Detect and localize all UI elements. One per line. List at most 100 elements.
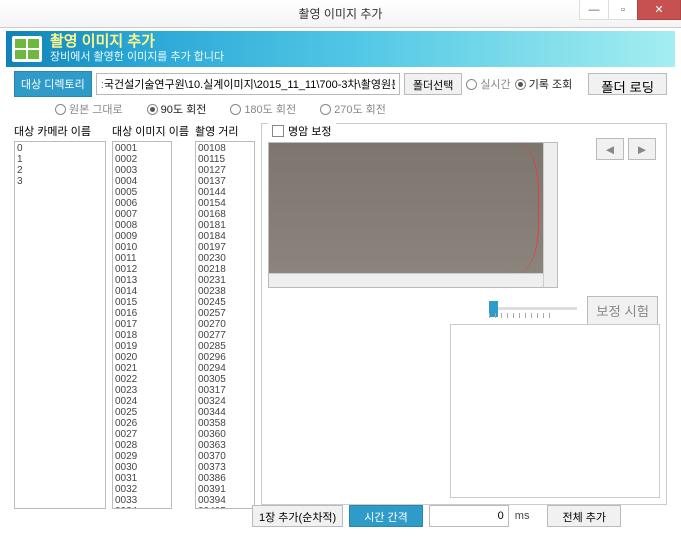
- distance-item[interactable]: 00370: [198, 451, 252, 462]
- distance-item[interactable]: 00373: [198, 462, 252, 473]
- image-item[interactable]: 0021: [115, 363, 169, 374]
- realtime-radio[interactable]: 실시간: [466, 76, 510, 92]
- image-item[interactable]: 0018: [115, 330, 169, 341]
- distance-item[interactable]: 00144: [198, 187, 252, 198]
- rotation-90[interactable]: 90도 회전: [147, 101, 207, 117]
- image-item[interactable]: 0022: [115, 374, 169, 385]
- maximize-button[interactable]: ▫: [608, 0, 638, 20]
- distance-item[interactable]: 00197: [198, 242, 252, 253]
- camera-item[interactable]: 3: [17, 176, 103, 187]
- close-button[interactable]: ✕: [637, 0, 681, 20]
- distance-item[interactable]: 00405: [198, 506, 252, 509]
- banner: 촬영 이미지 추가 장비에서 촬영한 이미지를 추가 합니다: [6, 31, 675, 67]
- distance-item[interactable]: 00154: [198, 198, 252, 209]
- distance-item[interactable]: 00360: [198, 429, 252, 440]
- image-item[interactable]: 0019: [115, 341, 169, 352]
- image-item[interactable]: 0010: [115, 242, 169, 253]
- slider-thumb[interactable]: [489, 301, 498, 317]
- image-item[interactable]: 0020: [115, 352, 169, 363]
- distance-item[interactable]: 00363: [198, 440, 252, 451]
- image-item[interactable]: 0017: [115, 319, 169, 330]
- distance-item[interactable]: 00358: [198, 418, 252, 429]
- browse-button[interactable]: 폴더선택: [404, 73, 462, 95]
- image-item[interactable]: 0029: [115, 451, 169, 462]
- preview-v-scrollbar[interactable]: [543, 143, 557, 287]
- record-view-radio[interactable]: 기록 조회: [515, 76, 573, 92]
- add-all-button[interactable]: 전체 추가: [547, 505, 621, 527]
- distance-item[interactable]: 00296: [198, 352, 252, 363]
- camera-item[interactable]: 1: [17, 154, 103, 165]
- image-item[interactable]: 0033: [115, 495, 169, 506]
- image-item[interactable]: 0026: [115, 418, 169, 429]
- distance-item[interactable]: 00184: [198, 231, 252, 242]
- preview-h-scrollbar[interactable]: [269, 273, 543, 287]
- image-item[interactable]: 0032: [115, 484, 169, 495]
- image-item[interactable]: 0011: [115, 253, 169, 264]
- image-item[interactable]: 0007: [115, 209, 169, 220]
- distance-item[interactable]: 00238: [198, 286, 252, 297]
- rotation-270[interactable]: 270도 회전: [320, 101, 386, 117]
- image-item[interactable]: 0002: [115, 154, 169, 165]
- camera-item[interactable]: 0: [17, 143, 103, 154]
- add-one-button[interactable]: 1장 추가(순차적): [252, 505, 343, 527]
- distance-item[interactable]: 00386: [198, 473, 252, 484]
- image-item[interactable]: 0031: [115, 473, 169, 484]
- distance-item[interactable]: 00230: [198, 253, 252, 264]
- image-item[interactable]: 0014: [115, 286, 169, 297]
- image-item[interactable]: 0023: [115, 385, 169, 396]
- distance-item[interactable]: 00257: [198, 308, 252, 319]
- distance-item[interactable]: 00115: [198, 154, 252, 165]
- distance-item[interactable]: 00127: [198, 165, 252, 176]
- distance-item[interactable]: 00394: [198, 495, 252, 506]
- distance-item[interactable]: 00218: [198, 264, 252, 275]
- distance-item[interactable]: 00137: [198, 176, 252, 187]
- image-item[interactable]: 0027: [115, 429, 169, 440]
- image-item[interactable]: 0009: [115, 231, 169, 242]
- camera-listbox[interactable]: 0123: [14, 141, 106, 509]
- image-item[interactable]: 0016: [115, 308, 169, 319]
- distance-item[interactable]: 00344: [198, 407, 252, 418]
- image-item[interactable]: 0001: [115, 143, 169, 154]
- image-item[interactable]: 0030: [115, 462, 169, 473]
- image-item[interactable]: 0028: [115, 440, 169, 451]
- image-item[interactable]: 0006: [115, 198, 169, 209]
- distance-item[interactable]: 00108: [198, 143, 252, 154]
- image-item[interactable]: 0004: [115, 176, 169, 187]
- camera-item[interactable]: 2: [17, 165, 103, 176]
- rotation-keep[interactable]: 원본 그대로: [55, 101, 123, 117]
- distance-item[interactable]: 00270: [198, 319, 252, 330]
- distance-item[interactable]: 00317: [198, 385, 252, 396]
- image-item[interactable]: 0015: [115, 297, 169, 308]
- image-item[interactable]: 0024: [115, 396, 169, 407]
- distance-item[interactable]: 00168: [198, 209, 252, 220]
- interval-input[interactable]: [429, 505, 509, 527]
- brightness-correction-checkbox[interactable]: 명암 보정: [268, 123, 336, 139]
- next-image-button[interactable]: ►: [628, 138, 656, 160]
- directory-input[interactable]: [96, 73, 400, 95]
- image-item[interactable]: 0005: [115, 187, 169, 198]
- distance-item[interactable]: 00324: [198, 396, 252, 407]
- distance-item[interactable]: 00391: [198, 484, 252, 495]
- image-item[interactable]: 0025: [115, 407, 169, 418]
- distance-item[interactable]: 00181: [198, 220, 252, 231]
- correction-test-button[interactable]: 보정 시험: [587, 296, 658, 325]
- image-item[interactable]: 0008: [115, 220, 169, 231]
- image-item[interactable]: 0012: [115, 264, 169, 275]
- image-listbox[interactable]: 0001000200030004000500060007000800090010…: [112, 141, 172, 509]
- distance-item[interactable]: 00294: [198, 363, 252, 374]
- distance-item[interactable]: 00285: [198, 341, 252, 352]
- distance-listbox[interactable]: 0010800115001270013700144001540016800181…: [195, 141, 255, 509]
- prev-image-button[interactable]: ◄: [596, 138, 624, 160]
- rotation-180[interactable]: 180도 회전: [230, 101, 296, 117]
- load-folder-button[interactable]: 폴더 로딩: [588, 73, 667, 95]
- distance-item[interactable]: 00277: [198, 330, 252, 341]
- image-item[interactable]: 0003: [115, 165, 169, 176]
- image-item[interactable]: 0013: [115, 275, 169, 286]
- brightness-slider[interactable]: [489, 301, 577, 321]
- distance-item[interactable]: 00305: [198, 374, 252, 385]
- distance-item[interactable]: 00231: [198, 275, 252, 286]
- image-item[interactable]: 0034: [115, 506, 169, 509]
- distance-item[interactable]: 00245: [198, 297, 252, 308]
- time-interval-button[interactable]: 시간 간격: [349, 505, 423, 527]
- minimize-button[interactable]: —: [579, 0, 609, 20]
